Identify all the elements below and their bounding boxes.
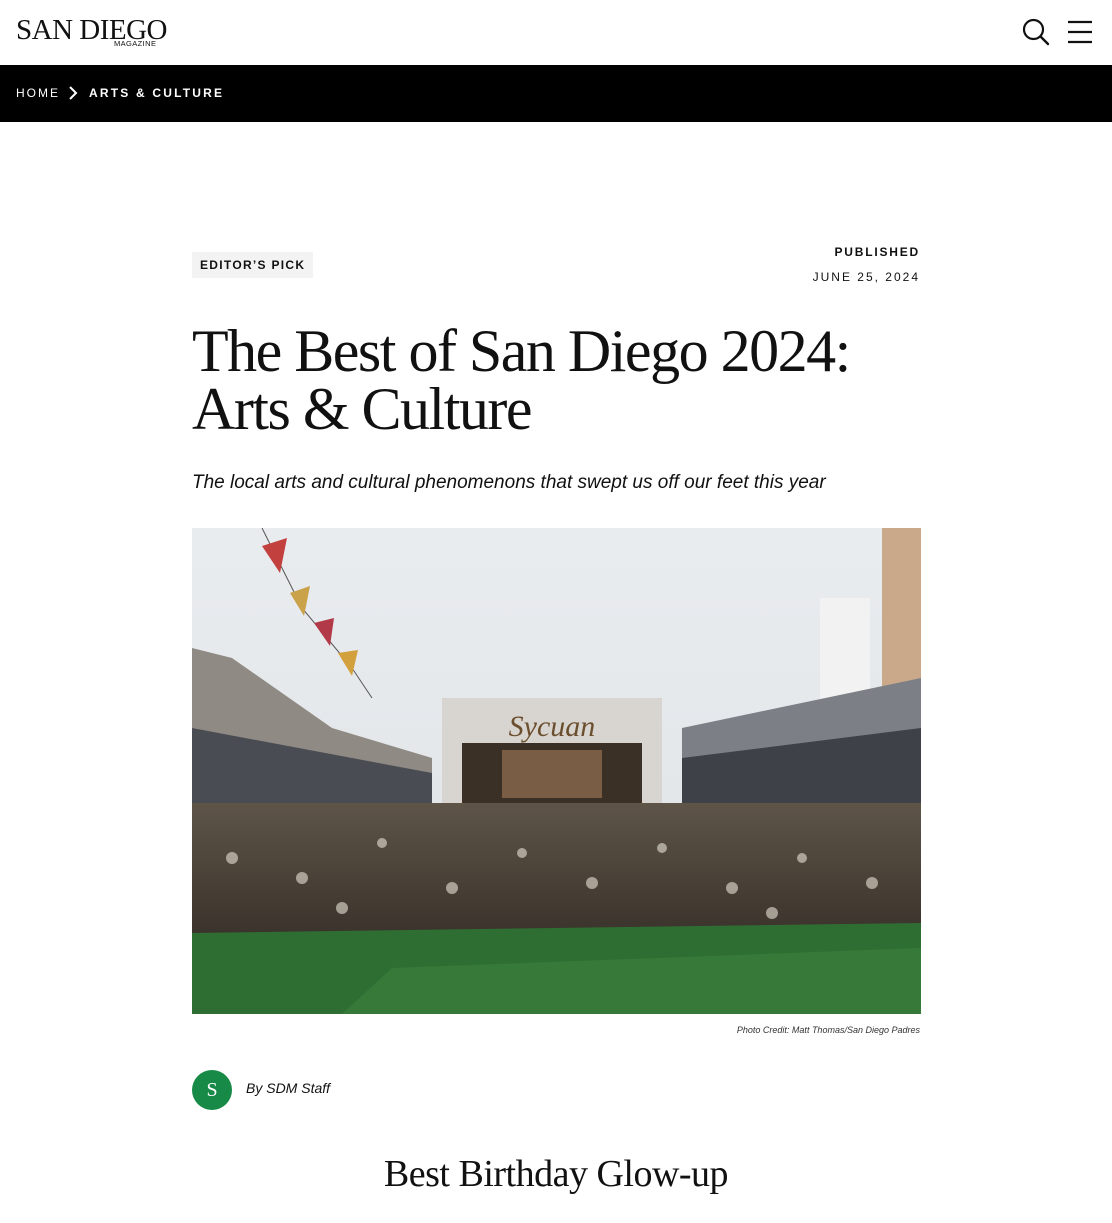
- logo-subtitle: MAGAZINE: [114, 39, 157, 48]
- chevron-right-icon: [69, 86, 78, 100]
- editors-pick-badge[interactable]: EDITOR’S PICK: [192, 252, 314, 278]
- search-icon: [1022, 18, 1050, 46]
- author-avatar[interactable]: S: [192, 1070, 232, 1110]
- search-button[interactable]: [1020, 16, 1052, 48]
- byline-prefix: By: [246, 1080, 263, 1096]
- breadcrumb-home-link[interactable]: HOME: [16, 86, 60, 100]
- published-date: JUNE 25, 2024: [812, 270, 920, 284]
- hero-image: Sycuan: [192, 528, 921, 1014]
- menu-button[interactable]: [1064, 18, 1096, 46]
- article-dek: The local arts and cultural phenomenons …: [192, 472, 826, 493]
- section-heading: Best Birthday Glow-up: [383, 1153, 729, 1195]
- stadium-sign: Sycuan: [509, 710, 596, 743]
- published-label: PUBLISHED: [834, 245, 920, 259]
- article-title: The Best of San Diego 2024: Arts & Cultu…: [192, 318, 851, 442]
- site-header: SAN DIEGO MAGAZINE: [0, 0, 1112, 65]
- site-logo[interactable]: SAN DIEGO MAGAZINE: [16, 14, 167, 50]
- author-link[interactable]: SDM Staff: [266, 1080, 330, 1096]
- breadcrumb: HOME ARTS & CULTURE: [0, 65, 1112, 122]
- hamburger-menu-icon: [1068, 20, 1092, 44]
- breadcrumb-arts-culture-link[interactable]: ARTS & CULTURE: [89, 86, 224, 100]
- stadium-photo: Sycuan: [192, 528, 921, 1014]
- photo-credit: Photo Credit: Matt Thomas/San Diego Padr…: [736, 1025, 920, 1035]
- byline: By SDM Staff: [246, 1080, 330, 1096]
